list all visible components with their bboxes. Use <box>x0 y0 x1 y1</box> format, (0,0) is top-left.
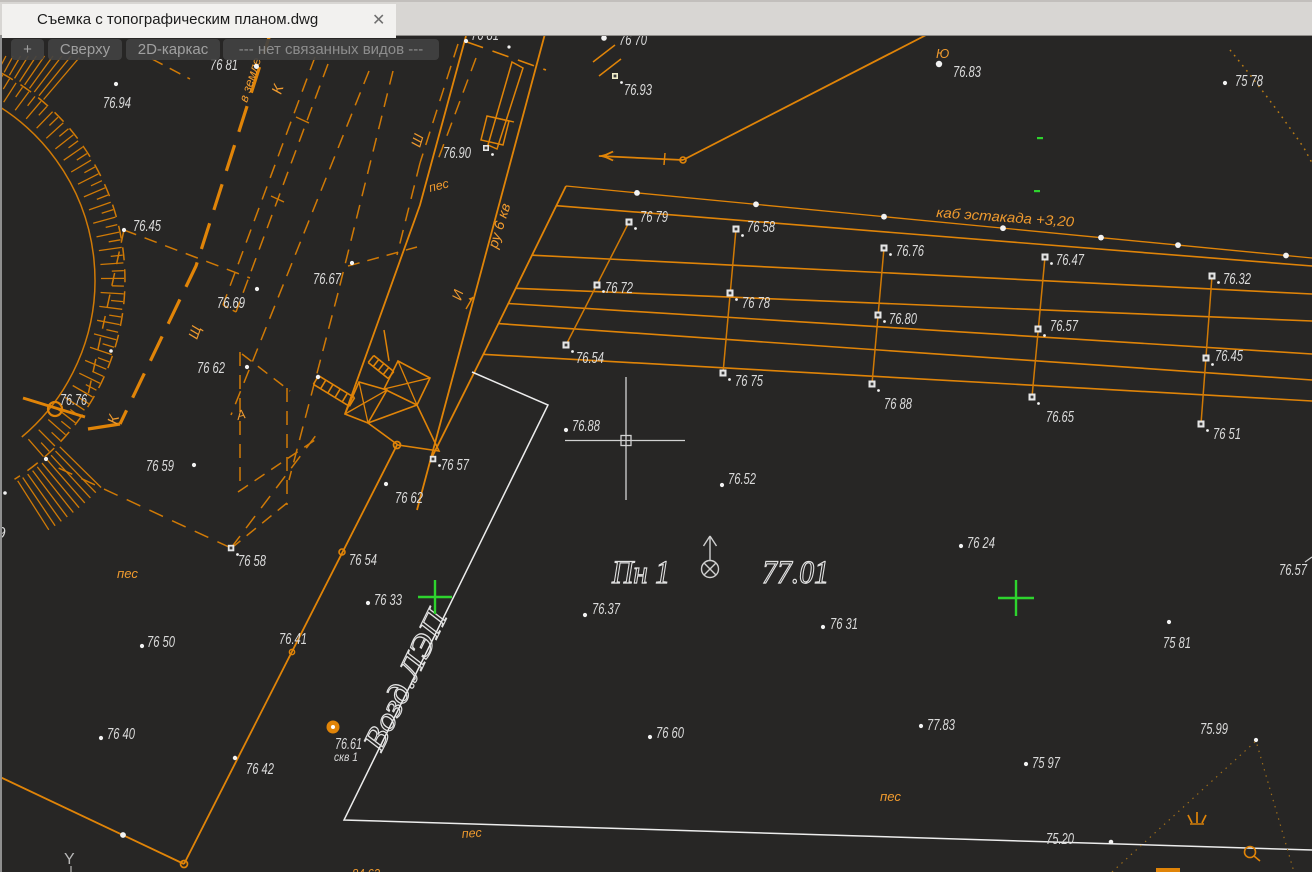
svg-text:76 57: 76 57 <box>441 457 470 474</box>
svg-text:Y: Y <box>64 851 75 868</box>
svg-text:76.45: 76.45 <box>1215 348 1243 365</box>
svg-text:76.67: 76.67 <box>313 271 342 288</box>
svg-text:77.01: 77.01 <box>762 555 829 591</box>
svg-text:пес: пес <box>461 826 483 841</box>
svg-text:76.32: 76.32 <box>1223 271 1251 288</box>
svg-text:76.65: 76.65 <box>1046 409 1074 426</box>
svg-text:76.57: 76.57 <box>1050 318 1079 335</box>
svg-text:76 54: 76 54 <box>349 552 377 569</box>
svg-text:76 75: 76 75 <box>735 373 763 390</box>
svg-text:76 31: 76 31 <box>830 616 858 633</box>
svg-text:76.52: 76.52 <box>728 471 756 488</box>
svg-text:пес: пес <box>117 567 139 581</box>
svg-text:76 59: 76 59 <box>146 458 174 475</box>
svg-text:76.76: 76.76 <box>60 392 87 409</box>
svg-text:76.93: 76.93 <box>624 82 652 99</box>
svg-text:76 50: 76 50 <box>147 634 175 651</box>
svg-text:76 42: 76 42 <box>246 761 274 778</box>
svg-text:76.90: 76.90 <box>443 145 471 162</box>
svg-text:76.94: 76.94 <box>103 95 131 112</box>
svg-text:76 51: 76 51 <box>1213 426 1241 443</box>
svg-text:84.63: 84.63 <box>352 866 381 872</box>
svg-text:76 62: 76 62 <box>197 360 225 377</box>
svg-text:76 62: 76 62 <box>395 490 423 507</box>
svg-text:Ю: Ю <box>936 46 949 61</box>
svg-text:76 88: 76 88 <box>884 396 912 413</box>
svg-text:77.83: 77.83 <box>927 717 955 734</box>
svg-text:76 60: 76 60 <box>656 725 684 742</box>
svg-text:скв 1: скв 1 <box>334 752 358 764</box>
svg-text:75.20: 75.20 <box>1046 831 1074 848</box>
svg-text:76 78: 76 78 <box>742 295 770 312</box>
svg-text:75.99: 75.99 <box>1200 721 1228 738</box>
svg-text:76.57: 76.57 <box>1279 562 1308 579</box>
svg-text:76.88: 76.88 <box>572 418 600 435</box>
svg-text:76.80: 76.80 <box>889 311 917 328</box>
svg-text:76.83: 76.83 <box>953 64 981 81</box>
svg-text:76 58: 76 58 <box>747 219 775 236</box>
svg-text:пес: пес <box>880 790 902 804</box>
svg-text:75 81: 75 81 <box>1163 635 1191 652</box>
svg-text:76 79: 76 79 <box>640 209 668 226</box>
svg-text:76.47: 76.47 <box>1056 252 1085 269</box>
svg-text:76.41: 76.41 <box>279 631 307 648</box>
svg-text:76 58: 76 58 <box>238 553 266 570</box>
svg-text:76.37: 76.37 <box>592 601 621 618</box>
svg-text:76 40: 76 40 <box>107 726 135 743</box>
svg-text:76 24: 76 24 <box>967 535 995 552</box>
svg-text:76.69: 76.69 <box>217 295 245 312</box>
svg-text:76.45: 76.45 <box>133 218 161 235</box>
svg-text:75 78: 75 78 <box>1235 73 1263 90</box>
svg-text:75 97: 75 97 <box>1032 755 1061 772</box>
svg-text:76.76: 76.76 <box>896 243 924 260</box>
svg-text:Пн 1: Пн 1 <box>611 555 670 591</box>
svg-text:76 33: 76 33 <box>374 592 402 609</box>
svg-text:76.54: 76.54 <box>576 350 604 367</box>
svg-text:76.61: 76.61 <box>335 736 362 753</box>
svg-text:76 72: 76 72 <box>605 280 633 297</box>
